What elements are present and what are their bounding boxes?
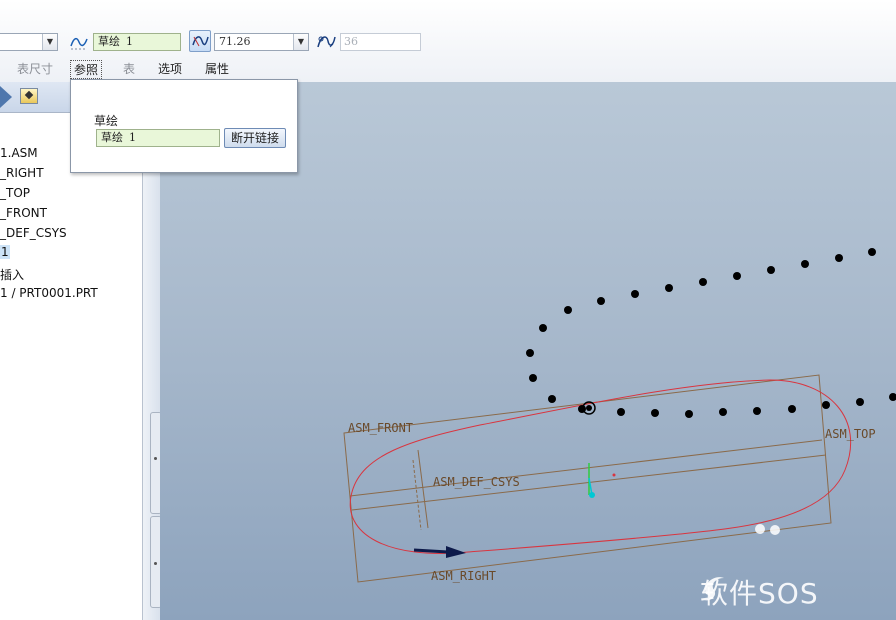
angle-mode-icon[interactable] (189, 30, 211, 52)
drag-handle (770, 525, 780, 535)
references-title: 草绘 (94, 114, 119, 128)
tree-item[interactable]: _DEF_CSYS (0, 226, 67, 240)
sketch-field-number: 1 (126, 35, 133, 48)
disabled-value: 36 (344, 35, 358, 48)
grip-dot-icon (154, 457, 157, 460)
disabled-value-field: 36 (340, 33, 421, 51)
label-asm-right: ASM_RIGHT (431, 569, 496, 583)
angle-combo[interactable]: 71.26 ▼ (214, 33, 309, 51)
trajectory-points (526, 248, 896, 418)
references-field-number: 1 (129, 131, 136, 144)
drag-handle (755, 524, 765, 534)
tab-references[interactable]: 参照 (70, 60, 103, 79)
label-asm-top: ASM_TOP (825, 427, 876, 441)
tree-item-selected[interactable]: 1 (0, 245, 10, 259)
twist-trajectory-icon[interactable] (315, 31, 337, 53)
angle-value: 71.26 (219, 35, 251, 48)
tree-item[interactable]: 1.ASM (0, 146, 38, 160)
grip-dot-icon (154, 562, 157, 565)
sketch-field-label: 草绘 (98, 35, 120, 48)
tab-table[interactable]: 表 (123, 60, 135, 77)
label-asm-front: ASM_FRONT (348, 421, 413, 435)
csys-x-marker (612, 473, 616, 477)
chevron-down-icon[interactable]: ▼ (293, 34, 308, 50)
label-asm-def-csys: ASM_DEF_CSYS (433, 475, 520, 489)
direction-arrow-shaft (413, 548, 449, 554)
watermark-text: 软件SOS (700, 577, 819, 610)
tree-item[interactable]: 插入 (0, 266, 24, 283)
sketch-field[interactable]: 草绘 1 (93, 33, 181, 51)
csys-origin (589, 492, 595, 498)
direction-arrow-icon (446, 546, 466, 558)
tree-item[interactable]: 1 / PRT0001.PRT (0, 286, 98, 300)
chevron-down-icon[interactable]: ▼ (42, 34, 57, 50)
references-field-label: 草绘 (101, 131, 123, 144)
unlink-button[interactable]: 断开链接 (224, 128, 286, 148)
sketch-trajectory-icon[interactable] (68, 31, 90, 53)
tab-arrow-icon[interactable] (0, 86, 14, 108)
type-combo[interactable]: ▼ (0, 33, 58, 51)
dashboard-toolbar: ▼ 草绘 1 71.26 ▼ 36 表尺寸 参照 表 选项 属性 (0, 0, 896, 83)
references-panel: 草绘 草绘 1 断开链接 (70, 79, 298, 173)
tree-item[interactable]: _RIGHT (0, 166, 44, 180)
tree-item[interactable]: _TOP (0, 186, 30, 200)
datum-axis (412, 459, 422, 531)
tab-options[interactable]: 选项 (158, 60, 182, 77)
folder-icon[interactable] (20, 88, 38, 104)
references-sketch-field[interactable]: 草绘 1 (96, 129, 220, 147)
tab-table-dimensions[interactable]: 表尺寸 (17, 60, 53, 77)
tab-properties[interactable]: 属性 (205, 60, 229, 77)
tree-item[interactable]: _FRONT (0, 206, 47, 220)
